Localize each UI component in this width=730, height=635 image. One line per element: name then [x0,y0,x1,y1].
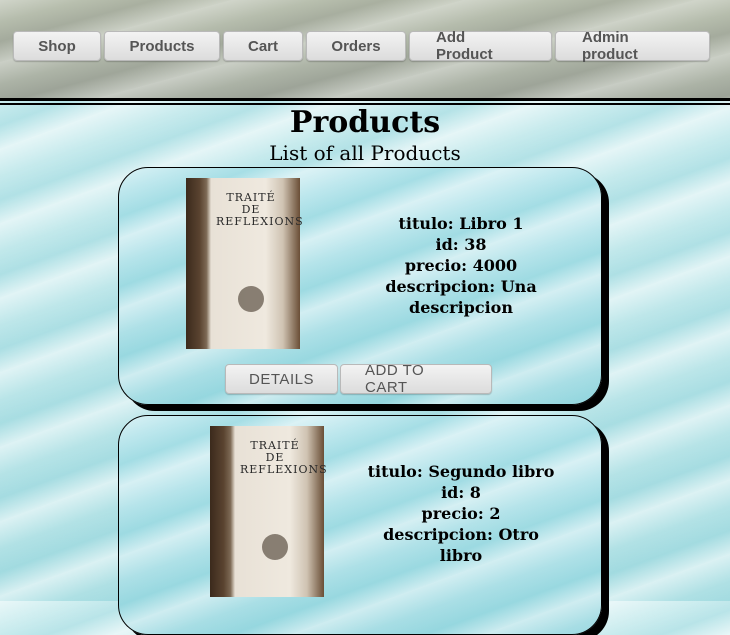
top-navigation-bar: Shop Products Cart Orders Add Product Ad… [0,0,730,105]
product-info: titulo: Segundo libro id: 8 precio: 2 de… [361,461,561,566]
product-titulo: titulo: Segundo libro [367,462,555,481]
product-id: id: 8 [441,483,481,502]
nav-cart-button[interactable]: Cart [223,31,303,61]
details-button[interactable]: DETAILS [225,364,338,394]
product-card: TRAITÉ DE REFLEXIONS titulo: Libro 1 id: 3… [118,167,602,405]
page-title: Products [289,105,441,140]
book-cover-text-decoration: TRAITÉ DE REFLEXIONS [216,191,304,228]
product-descripcion-cont: descripcion [409,298,513,317]
page-subtitle: List of all Products [269,141,461,165]
book-cover-image: TRAITÉ DE REFLEXIONS [186,178,304,349]
add-to-cart-button[interactable]: ADD TO CART [340,362,492,396]
nav-products-button[interactable]: Products [104,31,220,61]
nav-admin-product-button[interactable]: Admin product [555,29,710,63]
product-descripcion: descripcion: Otro [383,525,539,544]
product-descripcion-cont: libro [439,546,483,565]
nav-add-product-button[interactable]: Add Product [409,29,552,63]
product-actions: DETAILS ADD TO CART [225,362,492,396]
product-titulo: titulo: Libro 1 [398,214,524,233]
product-descripcion: descripcion: Una [385,277,537,296]
book-ornament-icon [262,534,288,560]
product-precio: precio: 2 [421,504,501,523]
book-cover-text-decoration: TRAITÉ DE REFLEXIONS [240,439,328,476]
nav-menu: Shop Products Cart Orders Add Product Ad… [13,29,710,63]
nav-orders-button[interactable]: Orders [306,31,406,61]
product-precio: precio: 4000 [404,256,518,275]
product-info: titulo: Libro 1 id: 38 precio: 4000 desc… [361,213,561,318]
page-heading: Products List of all Products [0,106,730,166]
product-card: TRAITÉ DE REFLEXIONS titulo: Segundo libro… [118,415,602,635]
nav-shop-button[interactable]: Shop [13,31,101,61]
book-cover-image: TRAITÉ DE REFLEXIONS [210,426,328,597]
product-id: id: 38 [435,235,487,254]
book-ornament-icon [238,286,264,312]
